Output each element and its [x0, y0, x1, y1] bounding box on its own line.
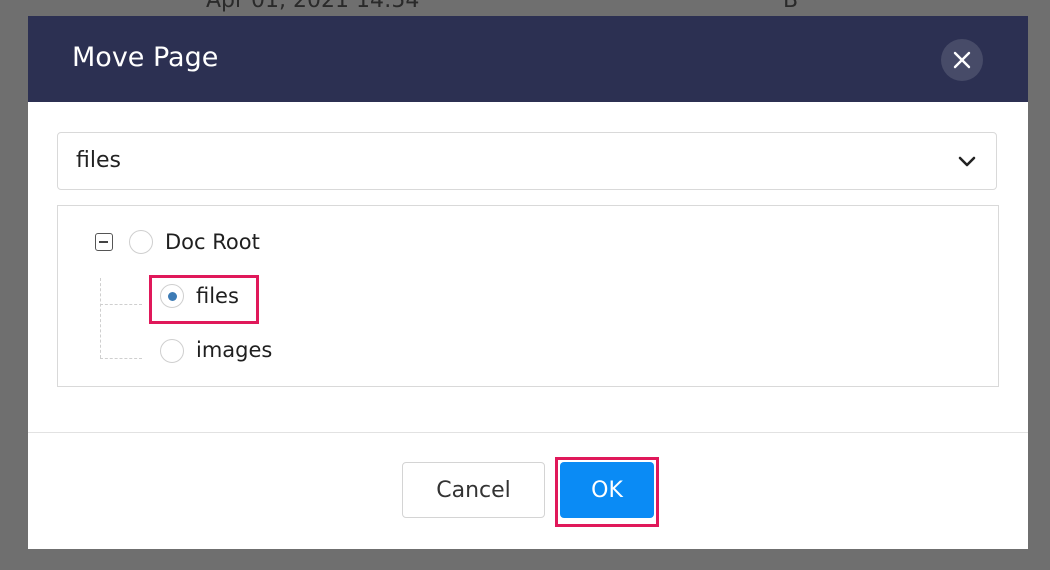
images-radio[interactable] — [160, 339, 184, 363]
footer-divider — [28, 432, 1028, 433]
close-icon — [953, 51, 971, 69]
tree-connector-line — [100, 358, 142, 359]
background-date-text: Apr 01, 2021 14:54 — [206, 0, 420, 13]
move-page-dialog: Move Page files Doc Root files images Ca… — [28, 16, 1028, 549]
dialog-title: Move Page — [72, 42, 219, 73]
ok-button[interactable]: OK — [560, 462, 654, 518]
highlight-box-files — [149, 275, 259, 324]
destination-select-value: files — [76, 148, 121, 173]
tree-node-images[interactable]: images — [196, 338, 272, 362]
destination-select[interactable]: files — [57, 132, 997, 190]
doc-root-radio[interactable] — [129, 230, 153, 254]
tree-connector-line — [100, 304, 142, 305]
background-column-text: B — [783, 0, 799, 13]
close-button[interactable] — [941, 39, 983, 81]
dialog-header: Move Page — [28, 16, 1028, 102]
collapse-toggle-icon[interactable] — [95, 233, 113, 251]
folder-tree: Doc Root files images — [57, 205, 999, 387]
chevron-down-icon — [958, 156, 976, 167]
tree-connector-line — [100, 278, 101, 358]
cancel-button[interactable]: Cancel — [402, 462, 545, 518]
tree-node-doc-root[interactable]: Doc Root — [165, 230, 260, 254]
